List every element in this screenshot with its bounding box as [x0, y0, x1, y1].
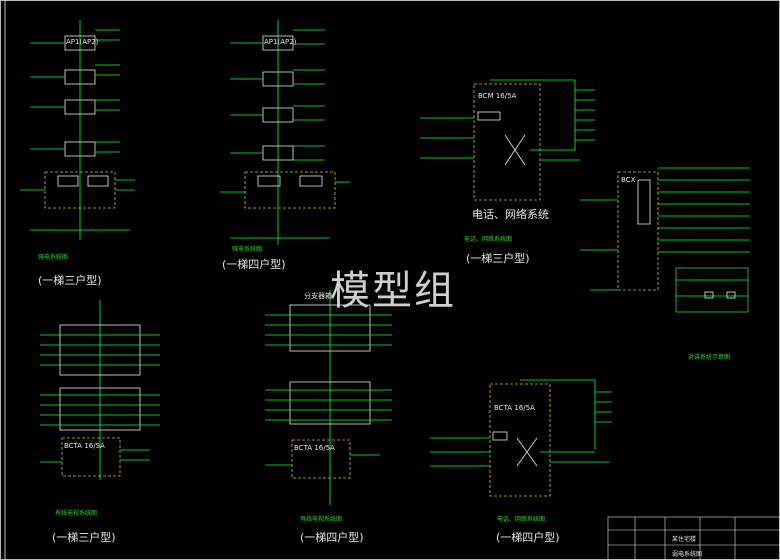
subtitle-d5: 有线电视系统图 [55, 510, 98, 517]
panel-label-d2: AP1(AP2) [264, 38, 297, 46]
diagram-catv-1 [40, 300, 160, 480]
caption-d3: (一梯三户型) [466, 252, 530, 265]
panel-label-d6: BCTA 16/5A [294, 444, 335, 452]
caption-d1: (一梯三户型) [38, 274, 102, 287]
watermark: 模型组 [330, 268, 456, 314]
title-block-drawing: 弱电系统图 [672, 551, 703, 558]
panel-label-d4: BCX [621, 176, 636, 184]
subtitle-d3: 电话、网络系统图 [464, 236, 513, 243]
subtitle-d2: 强电系统图 [232, 246, 263, 253]
caption-d6: (一梯四户型) [300, 531, 364, 544]
caption-d2: (一梯四户型) [222, 258, 286, 271]
diagram-power-riser-1 [20, 20, 135, 240]
diagram-title-d3: 电话、网络系统 [472, 208, 549, 221]
subtitle-d4: 对讲系统示意图 [688, 354, 731, 361]
note-label-d6: 分支器箱 [304, 292, 332, 300]
subtitle-d6: 有线电视系统图 [300, 516, 343, 523]
subtitle-d7: 电话、网络系统图 [497, 516, 546, 523]
diagram-telecom-network-2 [430, 379, 612, 497]
panel-label-d5: BCTA 16/5A [64, 442, 105, 450]
panel-label-d3: BCM 16/5A [478, 92, 517, 100]
diagram-power-riser-2 [220, 20, 350, 245]
caption-d5: (一梯三户型) [52, 531, 116, 544]
title-block-project: 某住宅楼 [672, 536, 697, 543]
caption-d7: (一梯四户型) [496, 531, 560, 544]
panel-label-d1: AP1(AP2) [66, 38, 99, 46]
subtitle-d1: 强电系统图 [38, 254, 69, 261]
diagram-intercom [580, 167, 750, 313]
diagram-catv-2 [265, 290, 392, 505]
panel-label-d7: BCTA 16/5A [494, 404, 535, 412]
